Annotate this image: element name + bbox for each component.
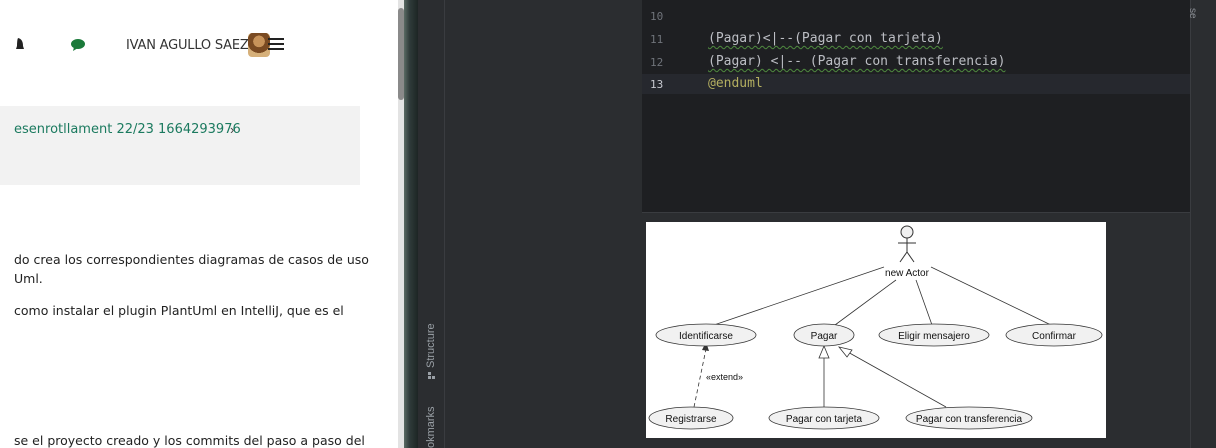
line-number: 13 [650,78,664,91]
code-line[interactable]: (Pagar) <|-- (Pagar con transferencia) [708,54,1005,69]
menu-icon[interactable] [268,38,284,52]
code-line[interactable]: (Pagar)<|--(Pagar con tarjeta) [708,31,943,46]
code-line[interactable]: @enduml [708,76,763,91]
user-name[interactable]: IVAN AGULLO SAEZ [126,38,249,53]
extend-label: «extend» [706,372,743,382]
bell-icon[interactable] [15,36,25,52]
browser-panel: IVAN AGULLO SAEZ esenrotllament 22/23 16… [0,0,400,448]
paragraph-line: como instalar el plugin PlantUml en Inte… [14,303,344,318]
line-gutter [642,0,702,212]
actor-figure [898,225,916,263]
paragraph-line: Uml. [14,271,43,286]
breadcrumb-link[interactable]: esenrotllament 22/23 1664293976 [14,122,241,137]
usecase-label: Identificarse [679,331,733,342]
line-number: 10 [650,10,664,23]
structure-tab[interactable]: Structure [425,323,437,368]
usecase-label: Eligir mensajero [898,331,970,342]
tool-window-strip [418,0,445,448]
window-gap [404,0,418,448]
bookmarks-tab[interactable]: okmarks [425,406,437,448]
paragraph-line: se el proyecto creado y los commits del … [14,433,365,448]
associations [713,266,1052,326]
uml-diagram-preview: new Actor «extend» Identificarse Pagar E… [646,222,1106,438]
usecase-label: Registrarse [665,414,717,425]
chevron-right-icon: › [230,122,235,137]
line-number: 12 [650,56,664,69]
right-tool-tab[interactable]: se [1187,8,1198,19]
generalizations [818,344,947,408]
chat-icon[interactable] [70,38,86,52]
breadcrumb [0,106,360,185]
usecase-label: Confirmar [1032,331,1077,342]
usecase-label: Pagar con tarjeta [786,414,863,425]
paragraph-line: do crea los correspondientes diagramas d… [14,252,369,267]
extend-relation [693,348,707,408]
divider [642,212,1190,213]
actor-label: new Actor [885,268,930,279]
structure-icon[interactable] [428,372,436,380]
avatar[interactable] [248,33,270,57]
right-tool-strip [1190,0,1216,448]
usecase-label: Pagar [811,331,838,342]
usecase-label: Pagar con transferencia [916,414,1023,425]
line-number: 11 [650,33,664,46]
